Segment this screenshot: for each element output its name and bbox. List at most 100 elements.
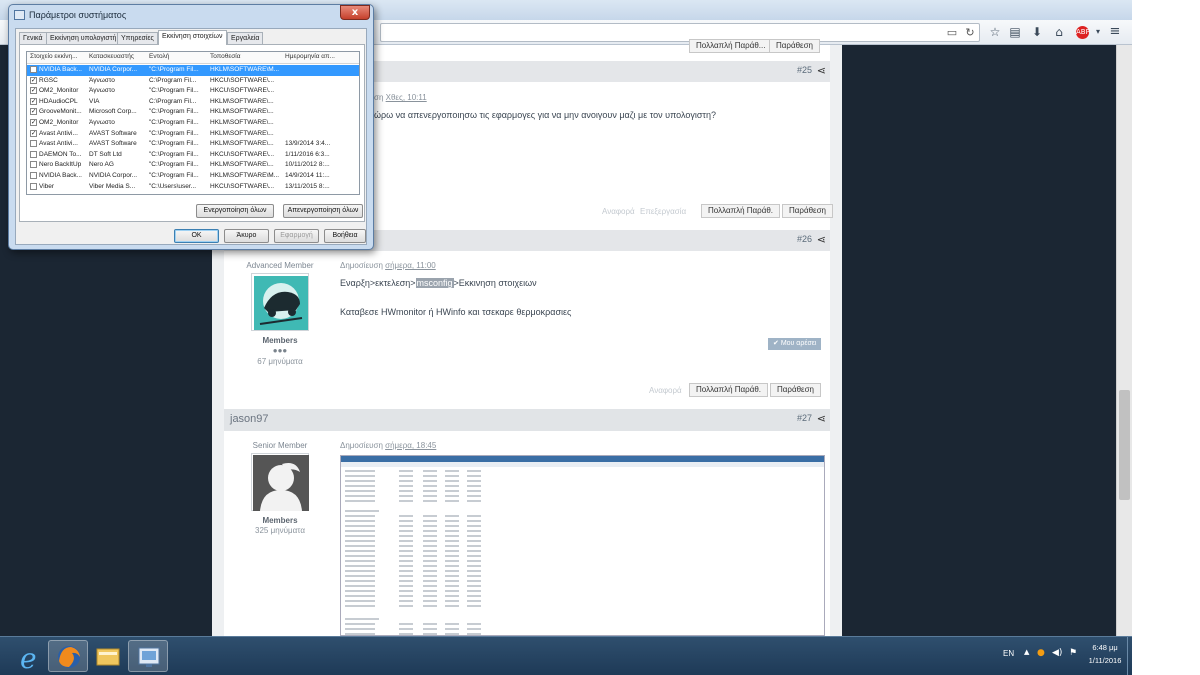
url-bar[interactable]: ▭ ↻ [380,23,980,42]
share-icon[interactable]: ⋖ [817,412,826,426]
table-row[interactable]: ✓ Avast Antivi... AVAST Software "C:\Progra… [27,129,359,140]
table-row[interactable]: ✓ OM2_Monitor Άγνωστο "C:\Program Fil... HKL… [27,118,359,129]
avast-tray-icon[interactable]: ● [1037,648,1045,658]
share-icon[interactable]: ⋖ [817,233,826,247]
show-desktop-button[interactable] [1127,637,1132,675]
highlighted-text: msconfig [415,278,454,288]
table-row[interactable]: ✓ OM2_Monitor Άγνωστο "C:\Program Fil... HKC… [27,86,359,97]
avatar[interactable] [251,273,309,331]
posted-prefix-fragment: ση [374,93,384,102]
posted-time-link[interactable]: Χθες, 10:11 [386,93,427,102]
cell-location: HKLM\SOFTWARE\M... [210,66,280,73]
startup-item-checkbox[interactable]: ✓ [30,87,37,95]
post-number[interactable]: #25 [797,65,812,75]
cell-location: HKLM\SOFTWARE\... [210,161,274,169]
volume-icon[interactable]: ◀) [1052,648,1062,658]
clock-time[interactable]: 6:48 μμ [1085,643,1125,652]
multi-quote-button[interactable]: Πολλαπλή Παράθ. [701,204,781,218]
startup-item-checkbox[interactable] [30,140,37,148]
quote-button[interactable]: Παράθεση [782,204,833,218]
share-icon[interactable]: ⋖ [817,64,826,78]
table-row[interactable]: Nero BackItUp Nero AG "C:\Program Fil... HK… [27,160,359,171]
startup-item-checkbox[interactable]: ✓ [30,97,37,105]
startup-item-checkbox[interactable] [30,161,37,169]
cell-location: HKLM\SOFTWARE\... [210,129,274,137]
adblock-icon[interactable]: ABP [1076,26,1090,39]
cell-item: Avast Antivi... [39,140,78,148]
download-icon[interactable]: ⬇ [1029,24,1045,40]
post-number[interactable]: #27 [797,413,812,423]
cell-location: HKLM\SOFTWARE\... [210,140,274,148]
table-row[interactable]: Viber Viber Media S... "C:\Users\user... HK… [27,182,359,193]
home-icon[interactable]: ⌂ [1051,24,1067,40]
startup-item-checkbox[interactable]: ✓ [30,129,37,137]
startup-item-checkbox[interactable]: ✓ [30,108,37,116]
cell-command: "C:\Program Fil... [149,172,199,179]
startup-item-checkbox[interactable] [30,150,37,158]
startup-items-list[interactable]: Στοιχείο εκκίνη... Κατασκευαστής Εντολή … [26,51,360,195]
edit-link[interactable]: Επεξεργασία [640,207,686,216]
enable-all-button[interactable]: Ενεργοποίηση όλων [196,204,274,218]
cell-item: OM2_Monitor [39,119,79,126]
table-row[interactable]: ✓ HDAudioCPL VIA C:\Program Fil... HKLM\SOFT… [27,97,359,108]
multi-quote-button-top[interactable]: Πολλαπλή Παράθ... [689,39,773,53]
column-date-disabled[interactable]: Ημερομηνία απ... [285,53,335,60]
adblock-dropdown-icon[interactable]: ▾ [1090,24,1106,40]
column-command[interactable]: Εντολή [149,53,169,60]
column-startup-item[interactable]: Στοιχείο εκκίνη... [30,53,78,60]
disable-all-button[interactable]: Απενεργοποίηση όλων [283,204,363,218]
cell-maker: Nero AG [89,161,114,169]
scrollbar-thumb[interactable] [1119,390,1130,500]
startup-item-checkbox[interactable]: ✓ [30,76,37,84]
reader-icon[interactable]: ▭ [945,26,959,40]
post-number[interactable]: #26 [797,234,812,244]
action-center-flag-icon[interactable]: ⚑ [1069,648,1077,658]
posted-time-link[interactable]: σήμερα, 18:45 [385,441,436,450]
taskbar-system-configuration[interactable] [128,640,168,672]
table-row[interactable]: ✓ RGSC Άγνωστο C:\Program Fil... HKCU\SOFTWA… [27,76,359,87]
cell-command: "C:\Program Fil... [149,66,199,73]
cancel-button[interactable]: Άκυρο [224,229,269,243]
table-row[interactable]: NVIDIA Back... NVIDIA Corpor... "C:\Progra… [27,171,359,182]
cell-location: HKLM\SOFTWARE\... [210,119,274,126]
help-button[interactable]: Βοήθεια [324,229,366,243]
column-manufacturer[interactable]: Κατασκευαστής [89,53,134,60]
multi-quote-button[interactable]: Πολλαπλή Παράθ. [689,383,769,397]
language-indicator[interactable]: EN [1003,649,1014,658]
startup-item-checkbox[interactable] [30,172,37,179]
bookmark-star-icon[interactable]: ☆ [987,24,1003,40]
start-button[interactable]: e [10,642,50,675]
close-button[interactable]: x [340,5,370,20]
report-link[interactable]: Αναφορά [602,207,635,216]
table-row[interactable]: ✓ NVIDIA Back... NVIDIA Corpor... "C:\Progr… [27,65,359,76]
column-location[interactable]: Τοποθεσία [210,53,241,60]
startup-item-checkbox[interactable]: ✓ [30,119,37,126]
hwinfo-screenshot-image[interactable] [340,455,825,636]
post-header-27: jason97 #27 ⋖ [224,409,830,431]
menu-icon[interactable]: ≡ [1107,24,1123,40]
report-link[interactable]: Αναφορά [649,386,682,395]
like-button[interactable]: ✔ Μου αρέσει [768,338,822,350]
post-date: Δημοσίευση σήμερα, 18:45 [340,441,436,450]
table-row[interactable]: Avast Antivi... AVAST Software "C:\Program… [27,139,359,150]
tab-startup[interactable]: Εκκίνηση στοιχείων [158,30,227,45]
post-author[interactable]: jason97 [230,413,269,425]
clock-date[interactable]: 1/11/2016 [1081,656,1129,665]
table-row[interactable]: ✓ GrooveMonit... Microsoft Corp... "C:\Prog… [27,107,359,118]
table-row[interactable]: DAEMON To... DT Soft Ltd "C:\Program Fil..… [27,150,359,161]
ok-button[interactable]: OK [174,229,219,243]
quote-button-top[interactable]: Παράθεση [769,39,820,53]
avatar[interactable] [251,453,309,511]
quote-button[interactable]: Παράθεση [770,383,821,397]
show-hidden-icons-icon[interactable]: ▲ [1024,648,1029,656]
taskbar-firefox[interactable] [48,640,88,672]
startup-item-checkbox[interactable] [30,182,37,190]
page-scrollbar[interactable] [1116,45,1132,636]
apply-button[interactable]: Εφαρμογή [274,229,319,243]
bookmarks-list-icon[interactable]: ▤ [1007,24,1023,40]
reload-icon[interactable]: ↻ [963,26,977,40]
cell-item: OM2_Monitor [39,87,79,95]
posted-time-link[interactable]: σήμερα, 11:00 [385,261,436,270]
startup-item-checkbox[interactable]: ✓ [30,66,37,73]
taskbar-file-explorer[interactable] [88,640,128,672]
